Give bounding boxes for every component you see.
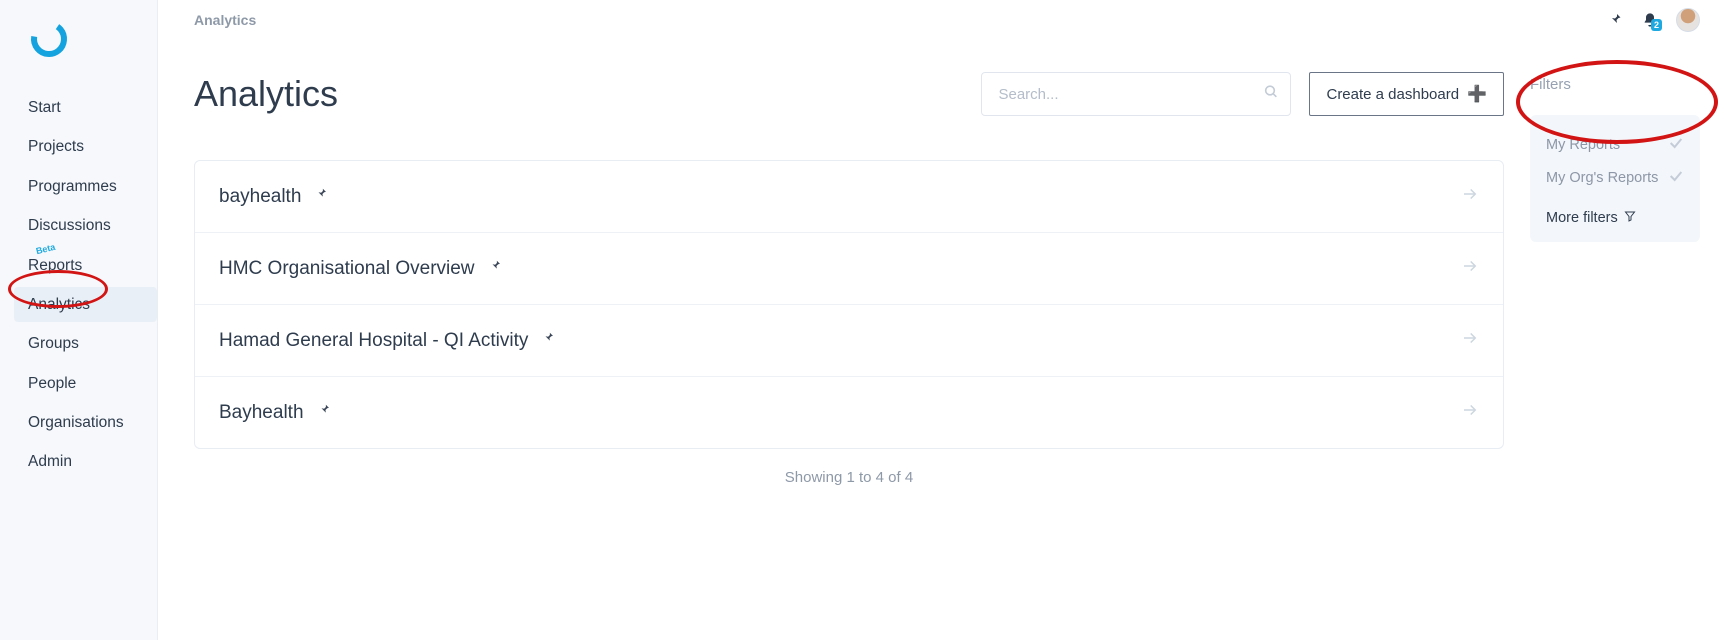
notifications-badge: 2 bbox=[1651, 19, 1662, 31]
more-filters-button[interactable]: More filters bbox=[1546, 196, 1684, 234]
check-icon bbox=[1668, 168, 1684, 189]
filter-my-reports[interactable]: My Reports bbox=[1546, 129, 1684, 162]
filter-icon bbox=[1624, 210, 1636, 226]
pin-icon[interactable] bbox=[489, 259, 503, 278]
notifications-button[interactable]: 2 bbox=[1642, 11, 1658, 29]
filters-panel: Filters My Reports My Org's Reports More… bbox=[1530, 72, 1700, 640]
avatar[interactable] bbox=[1676, 8, 1700, 32]
filters-title: Filters bbox=[1530, 76, 1700, 93]
header-row: Analytics Create a dashboard ➕ bbox=[194, 72, 1504, 116]
sidebar-item-reports[interactable]: Beta Reports bbox=[14, 248, 157, 283]
check-icon bbox=[1668, 135, 1684, 156]
create-dashboard-label: Create a dashboard bbox=[1326, 86, 1459, 103]
sidebar-item-analytics[interactable]: Analytics bbox=[14, 287, 157, 322]
dashboard-row[interactable]: Bayhealth bbox=[195, 377, 1503, 448]
dashboard-title: HMC Organisational Overview bbox=[219, 258, 475, 280]
filter-my-org-reports[interactable]: My Org's Reports bbox=[1546, 162, 1684, 195]
search-input[interactable] bbox=[981, 72, 1291, 116]
more-filters-label: More filters bbox=[1546, 210, 1618, 226]
content: Analytics Create a dashboard ➕ bayhealth bbox=[194, 72, 1504, 640]
dashboard-title: bayhealth bbox=[219, 186, 301, 208]
filters-box: My Reports My Org's Reports More filters bbox=[1530, 115, 1700, 242]
sidebar-item-organisations[interactable]: Organisations bbox=[14, 405, 157, 440]
page-title: Analytics bbox=[194, 73, 963, 115]
dashboard-title: Bayhealth bbox=[219, 402, 304, 424]
pin-icon[interactable] bbox=[318, 403, 332, 422]
sidebar-item-people[interactable]: People bbox=[14, 366, 157, 401]
pin-icon[interactable] bbox=[1608, 12, 1624, 28]
dashboard-title: Hamad General Hospital - QI Activity bbox=[219, 330, 528, 352]
pager-text: Showing 1 to 4 of 4 bbox=[194, 449, 1504, 506]
dashboard-row[interactable]: bayhealth bbox=[195, 161, 1503, 233]
beta-badge: Beta bbox=[35, 241, 57, 257]
filter-label: My Reports bbox=[1546, 137, 1620, 154]
breadcrumb[interactable]: Analytics bbox=[194, 12, 256, 28]
plus-icon: ➕ bbox=[1467, 84, 1487, 104]
arrow-right-icon bbox=[1461, 185, 1479, 208]
search-field[interactable] bbox=[981, 72, 1291, 116]
app-logo[interactable] bbox=[0, 0, 157, 90]
dashboard-row[interactable]: HMC Organisational Overview bbox=[195, 233, 1503, 305]
sidebar-item-groups[interactable]: Groups bbox=[14, 326, 157, 361]
sidebar-item-programmes[interactable]: Programmes bbox=[14, 169, 157, 204]
pin-icon[interactable] bbox=[315, 187, 329, 206]
sidebar-item-start[interactable]: Start bbox=[14, 90, 157, 125]
arrow-right-icon bbox=[1461, 329, 1479, 352]
sidebar-item-label: Reports bbox=[28, 257, 82, 274]
logo-icon bbox=[28, 18, 157, 60]
main: Analytics Create a dashboard ➕ bayhealth bbox=[158, 40, 1724, 640]
sidebar: Start Projects Programmes Discussions Be… bbox=[0, 0, 158, 640]
dashboard-row[interactable]: Hamad General Hospital - QI Activity bbox=[195, 305, 1503, 377]
search-icon bbox=[1263, 84, 1279, 105]
sidebar-item-admin[interactable]: Admin bbox=[14, 444, 157, 479]
sidebar-nav: Start Projects Programmes Discussions Be… bbox=[0, 90, 157, 484]
filter-label: My Org's Reports bbox=[1546, 170, 1658, 187]
sidebar-item-projects[interactable]: Projects bbox=[14, 129, 157, 164]
create-dashboard-button[interactable]: Create a dashboard ➕ bbox=[1309, 72, 1504, 116]
arrow-right-icon bbox=[1461, 257, 1479, 280]
pin-icon[interactable] bbox=[542, 331, 556, 350]
sidebar-item-discussions[interactable]: Discussions bbox=[14, 208, 157, 243]
topbar: Analytics 2 bbox=[158, 0, 1724, 40]
arrow-right-icon bbox=[1461, 401, 1479, 424]
dashboard-list: bayhealth HMC Organisational Overview bbox=[194, 160, 1504, 449]
